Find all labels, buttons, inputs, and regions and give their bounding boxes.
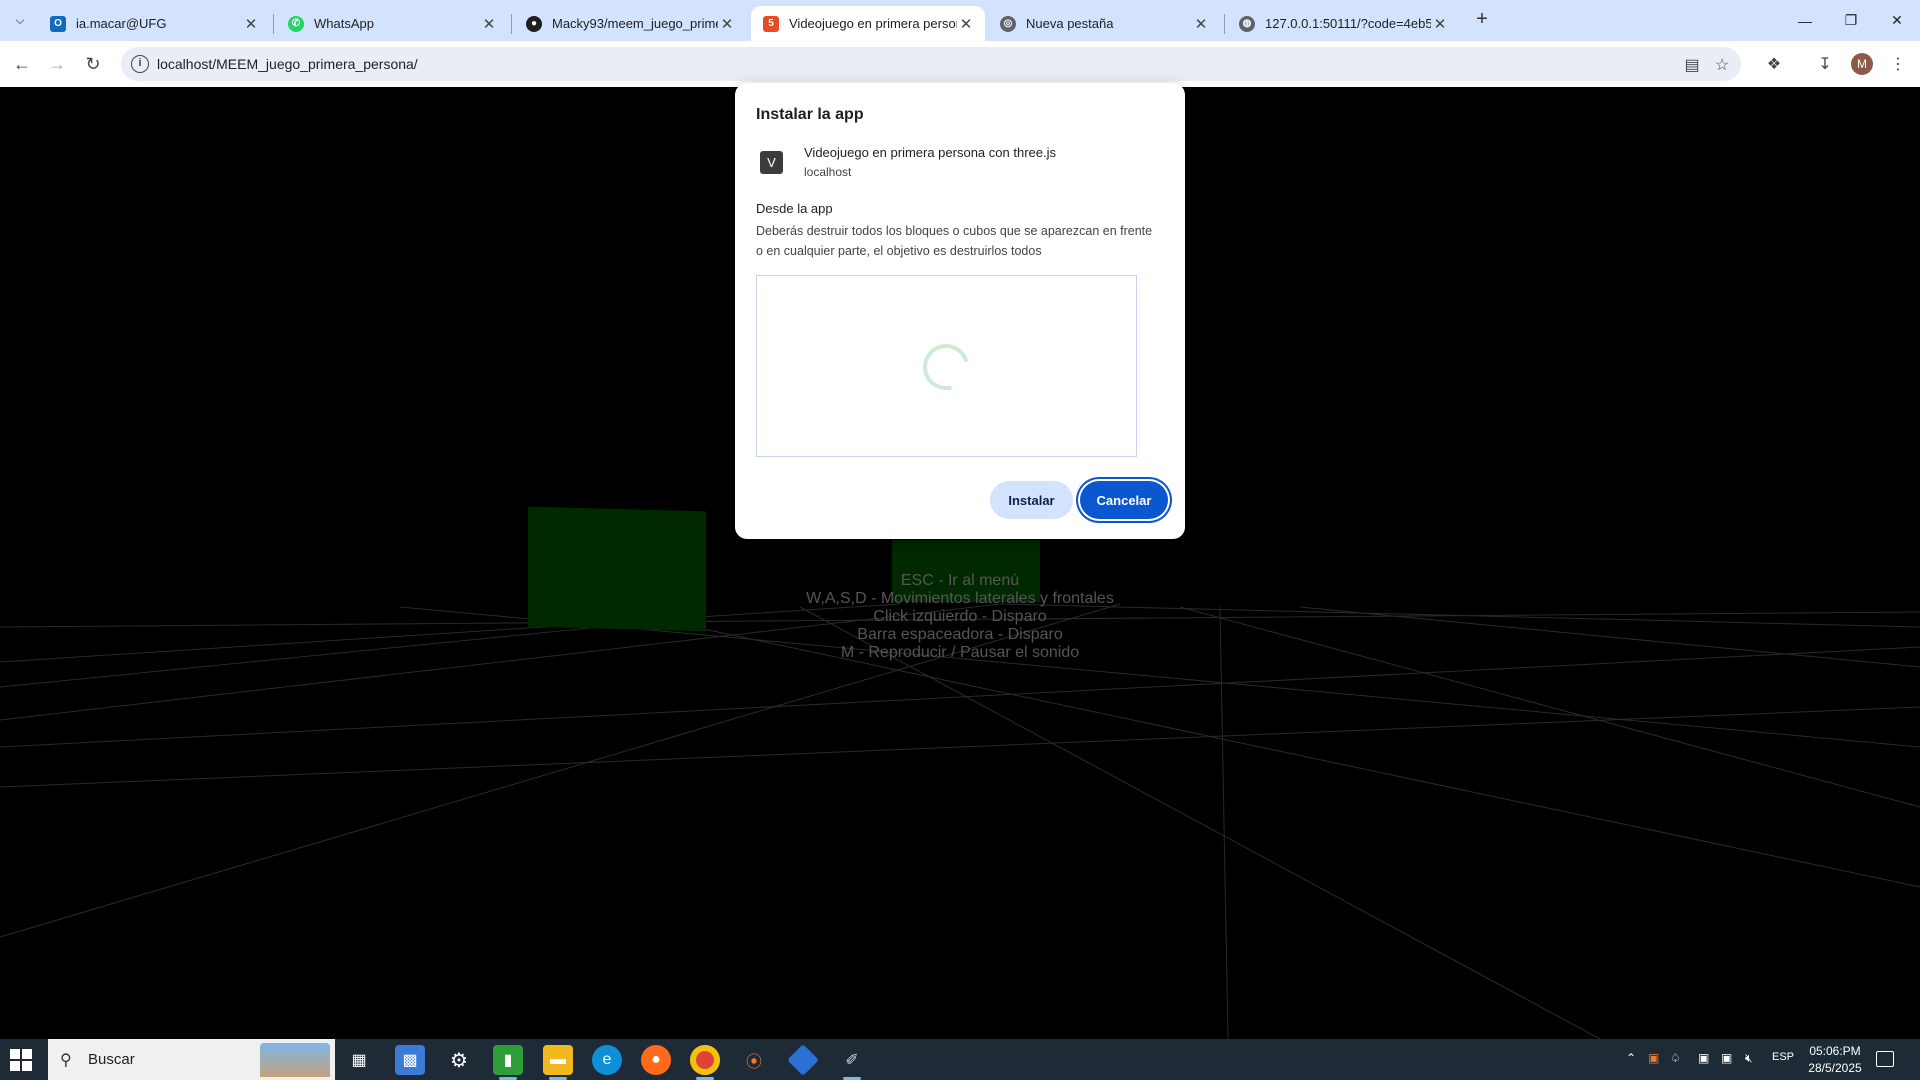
screenshot-preview xyxy=(756,275,1137,457)
close-tab-icon[interactable]: ✕ xyxy=(1431,15,1449,33)
back-icon[interactable]: ← xyxy=(8,50,36,78)
tab-title: 127.0.0.1:50111/?code=4eb555 xyxy=(1265,16,1431,31)
address-bar[interactable]: i localhost/MEEM_juego_primera_persona/ … xyxy=(121,47,1741,81)
tab-title: ia.macar@UFG xyxy=(76,16,167,31)
git-client-icon[interactable] xyxy=(787,1044,819,1076)
tab-title: Videojuego en primera persona xyxy=(789,16,957,31)
settings-gear-icon[interactable]: ⚙ xyxy=(444,1045,474,1075)
tab-divider xyxy=(1224,14,1225,34)
hud-instruction: Barra espaceadora - Disparo xyxy=(857,626,1063,643)
search-placeholder: Buscar xyxy=(88,1051,135,1068)
install-app-dialog: Instalar la app V Videojuego en primera … xyxy=(735,83,1185,539)
extensions-icon[interactable]: ❖ xyxy=(1762,52,1786,76)
app-icon: V xyxy=(760,151,783,174)
tray-monitor-icon[interactable]: ▣ xyxy=(1698,1051,1709,1065)
tab-videojuego[interactable]: 5 Videojuego en primera persona ✕ xyxy=(751,6,985,41)
menu-kebab-icon[interactable]: ⋮ xyxy=(1886,52,1910,76)
app-description: Deberás destruir todos los bloques o cub… xyxy=(756,224,1153,258)
minecraft-launcher-icon[interactable]: ▮ xyxy=(493,1045,523,1080)
tab-divider xyxy=(511,14,512,34)
tab-whatsapp[interactable]: ✆ WhatsApp ✕ xyxy=(276,6,508,41)
xampp-tray-icon[interactable]: ▣ xyxy=(1648,1051,1659,1065)
tab-search-chevron-icon[interactable]: ⌵ xyxy=(8,8,32,32)
loading-spinner-icon xyxy=(914,335,978,399)
hud-instruction: Click izquierdo - Disparo xyxy=(873,608,1047,625)
downloads-icon[interactable]: ↧ xyxy=(1813,52,1837,76)
notifications-icon[interactable] xyxy=(1876,1051,1894,1067)
clock[interactable]: 05:06:PM 28/5/2025 xyxy=(1800,1043,1870,1077)
volume-muted-icon[interactable]: 🔇︎ xyxy=(1745,1051,1753,1066)
github-icon: ● xyxy=(526,15,542,32)
close-tab-icon[interactable]: ✕ xyxy=(242,15,260,33)
tab-divider xyxy=(273,14,274,34)
whatsapp-icon: ✆ xyxy=(288,15,304,32)
paint-brush-icon[interactable]: ✐ xyxy=(837,1045,867,1080)
windows-start-icon[interactable] xyxy=(10,1049,34,1073)
site-info-icon[interactable]: i xyxy=(131,55,149,73)
tab-title: Nueva pestaña xyxy=(1026,16,1114,31)
app-host: localhost xyxy=(804,165,852,179)
html5-icon: 5 xyxy=(763,15,779,32)
chrome-taskbar-icon[interactable] xyxy=(690,1045,720,1080)
forward-icon[interactable]: → xyxy=(43,50,71,78)
network-icon[interactable]: ▣ xyxy=(1721,1051,1732,1065)
profile-avatar[interactable]: M xyxy=(1851,53,1873,75)
install-button[interactable]: Instalar xyxy=(990,481,1073,519)
outlook-icon: O xyxy=(50,15,66,32)
tab-outlook[interactable]: O ia.macar@UFG ✕ xyxy=(38,6,270,41)
control-panel-icon[interactable]: ▩ xyxy=(395,1045,425,1075)
hud-instruction: ESC - Ir al menú xyxy=(900,572,1020,589)
search-icon: ⚲ xyxy=(60,1052,72,1069)
close-tab-icon[interactable]: ✕ xyxy=(957,15,975,33)
file-explorer-icon[interactable]: ▬ xyxy=(543,1045,573,1080)
cancel-button[interactable]: Cancelar xyxy=(1080,481,1168,519)
edge-icon[interactable]: e xyxy=(592,1045,622,1075)
close-tab-icon[interactable]: ✕ xyxy=(480,15,498,33)
clock-time: 05:06:PM xyxy=(1809,1044,1861,1058)
minimize-icon[interactable]: — xyxy=(1782,0,1828,41)
tab-nueva-pestana[interactable]: ◎ Nueva pestaña ✕ xyxy=(988,6,1220,41)
tab-github[interactable]: ● Macky93/meem_juego_primera ✕ xyxy=(514,6,746,41)
tray-app-icon[interactable]: ♤ xyxy=(1670,1051,1681,1065)
windows-taskbar: ⚲ Buscar ▦ ▩ ⚙ ▮ ▬ e ● ⦿ ✐ ⌃ ▣ ♤ ▣ ▣ 🔇︎ … xyxy=(0,1039,1920,1080)
app-name: Videojuego en primera persona con three.… xyxy=(804,145,1056,160)
bookmark-star-icon[interactable]: ☆ xyxy=(1711,54,1733,76)
clock-date: 28/5/2025 xyxy=(1808,1061,1862,1075)
close-window-icon[interactable]: ✕ xyxy=(1874,0,1920,41)
task-view-icon[interactable]: ▦ xyxy=(344,1045,374,1075)
reload-icon[interactable]: ↻ xyxy=(79,50,107,78)
globe-icon: ◍ xyxy=(1239,15,1255,32)
tab-title: WhatsApp xyxy=(314,16,374,31)
restore-icon[interactable]: ❐ xyxy=(1828,0,1874,41)
tray-overflow-chevron-icon[interactable]: ⌃ xyxy=(1626,1051,1636,1065)
language-indicator[interactable]: ESP xyxy=(1772,1051,1794,1063)
tab-localhost-code[interactable]: ◍ 127.0.0.1:50111/?code=4eb555 ✕ xyxy=(1227,6,1459,41)
install-app-icon[interactable]: ▤ xyxy=(1681,54,1703,76)
browser-toolbar: ← → ↻ i localhost/MEEM_juego_primera_per… xyxy=(0,41,1920,87)
search-highlight-image xyxy=(260,1043,330,1077)
taskbar-search[interactable]: ⚲ Buscar xyxy=(48,1039,335,1080)
close-tab-icon[interactable]: ✕ xyxy=(718,15,736,33)
new-tab-icon[interactable]: + xyxy=(1470,8,1494,32)
tab-strip: ⌵ O ia.macar@UFG ✕ ✆ WhatsApp ✕ ● Macky9… xyxy=(0,0,1920,41)
firefox-icon[interactable]: ● xyxy=(641,1045,671,1075)
dialog-title: Instalar la app xyxy=(756,106,864,123)
close-tab-icon[interactable]: ✕ xyxy=(1192,15,1210,33)
hud-instruction: W,A,S,D - Movimientos laterales y fronta… xyxy=(806,590,1114,607)
hud-instruction: M - Reproducir / Pausar el sonido xyxy=(840,644,1080,661)
blender-icon[interactable]: ⦿ xyxy=(739,1045,769,1075)
from-app-label: Desde la app xyxy=(756,201,833,216)
url-text[interactable]: localhost/MEEM_juego_primera_persona/ xyxy=(157,56,418,72)
chrome-icon: ◎ xyxy=(1000,15,1016,32)
tab-title: Macky93/meem_juego_primera xyxy=(552,16,718,31)
